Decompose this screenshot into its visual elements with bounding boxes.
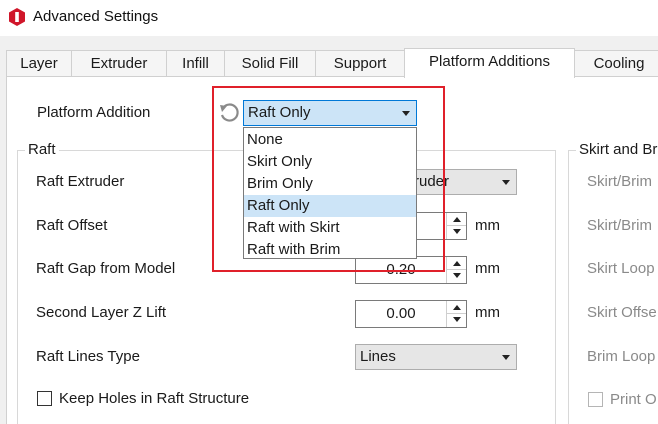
option-raft-with-skirt[interactable]: Raft with Skirt [244, 217, 416, 239]
stepper-down-button[interactable] [447, 270, 466, 283]
option-raft-with-brim[interactable]: Raft with Brim [244, 239, 416, 261]
chevron-up-icon [453, 305, 461, 310]
tab-layer[interactable]: Layer [6, 50, 72, 77]
option-skirt-only[interactable]: Skirt Only [244, 151, 416, 173]
platform-addition-value: Raft Only [248, 104, 311, 121]
raft-offset-label: Raft Offset [36, 217, 108, 234]
tab-infill[interactable]: Infill [166, 50, 225, 77]
skirt-offset-label: Skirt Offse [587, 304, 657, 321]
skirt-brim-group [568, 150, 658, 424]
keep-holes-checkbox[interactable] [37, 391, 52, 406]
option-none[interactable]: None [244, 129, 416, 151]
chevron-up-icon [453, 217, 461, 222]
tab-platform-additions[interactable]: Platform Additions [404, 48, 575, 78]
print-option-label: Print O [610, 391, 657, 408]
raft-offset-unit: mm [475, 217, 500, 234]
keep-holes-label: Keep Holes in Raft Structure [59, 390, 250, 407]
stepper-down-button[interactable] [447, 226, 466, 239]
skirt-brim-label: Skirt/Brim [587, 173, 652, 190]
window-title: Advanced Settings [33, 8, 159, 25]
stepper-up-button[interactable] [447, 301, 466, 314]
platform-addition-dropdown: None Skirt Only Brim Only Raft Only Raft… [243, 127, 417, 259]
tab-support[interactable]: Support [315, 50, 405, 77]
z-lift-label: Second Layer Z Lift [36, 304, 167, 321]
stepper-up-button[interactable] [447, 213, 466, 226]
tab-extruder[interactable]: Extruder [71, 50, 167, 77]
skirt-loop-label: Skirt Loop [587, 260, 655, 277]
tab-bar: Layer Extruder Infill Solid Fill Support… [0, 48, 658, 78]
chevron-down-icon [402, 111, 410, 116]
stepper-up-button[interactable] [447, 257, 466, 270]
chevron-down-icon [453, 317, 461, 322]
skirt-brim-label: Skirt/Brim [587, 217, 652, 234]
stepper-down-button[interactable] [447, 314, 466, 327]
raft-gap-unit: mm [475, 260, 500, 277]
raft-lines-type-value: Lines [360, 348, 396, 365]
raft-extruder-label: Raft Extruder [36, 173, 125, 190]
app-logo-icon [9, 8, 25, 26]
raft-lines-type-label: Raft Lines Type [36, 348, 140, 365]
chevron-down-icon [453, 273, 461, 278]
chevron-down-icon [502, 180, 510, 185]
option-raft-only[interactable]: Raft Only [244, 195, 416, 217]
z-lift-stepper[interactable]: 0.00 [355, 300, 467, 328]
raft-extruder-value: ruder [414, 173, 450, 190]
platform-addition-label: Platform Addition [37, 104, 151, 121]
raft-gap-value[interactable]: 0.20 [356, 261, 446, 278]
raft-lines-type-select[interactable]: Lines [355, 344, 517, 370]
brim-loop-label: Brim Loop [587, 348, 656, 365]
reset-icon[interactable] [218, 102, 240, 124]
raft-group-title: Raft [25, 141, 59, 158]
z-lift-unit: mm [475, 304, 500, 321]
tab-solid-fill[interactable]: Solid Fill [224, 50, 316, 77]
chevron-up-icon [453, 261, 461, 266]
print-option-checkbox[interactable] [588, 392, 603, 407]
title-bar: Advanced Settings [0, 0, 658, 36]
chevron-down-icon [502, 355, 510, 360]
raft-gap-label: Raft Gap from Model [36, 260, 176, 277]
option-brim-only[interactable]: Brim Only [244, 173, 416, 195]
z-lift-value[interactable]: 0.00 [356, 305, 446, 322]
tab-cooling[interactable]: Cooling [574, 50, 658, 77]
skirt-brim-group-title: Skirt and Br [576, 141, 658, 158]
platform-addition-select[interactable]: Raft Only [243, 100, 417, 126]
chevron-down-icon [453, 229, 461, 234]
